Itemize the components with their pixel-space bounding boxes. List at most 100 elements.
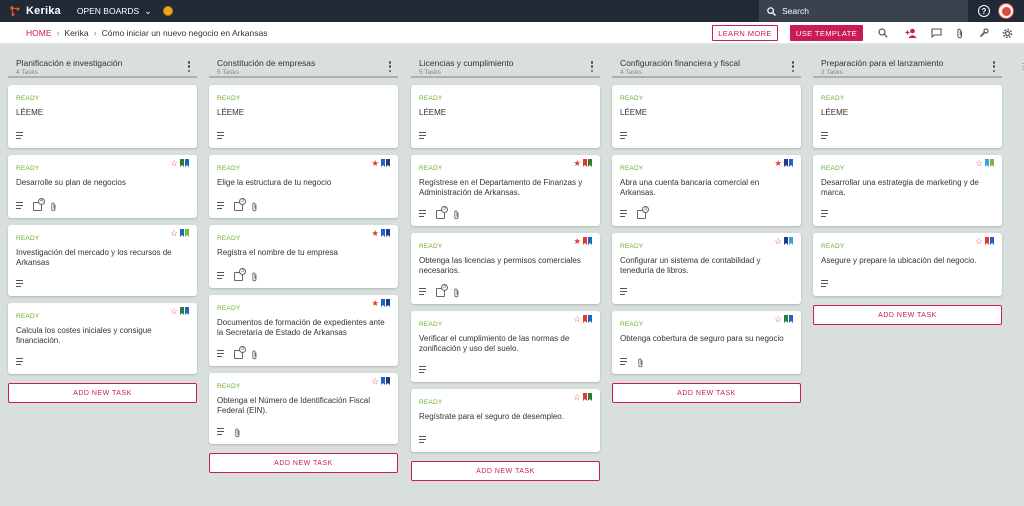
column-title[interactable]: Licencias y cumplimiento [419,58,600,69]
org-avatar[interactable] [162,6,173,16]
column-task-count: 4 Tasks [16,69,38,76]
star-outline-icon[interactable]: ☆ [170,159,178,168]
task-title: Desarrolle su plan de negocios [16,178,126,187]
column-menu-icon[interactable] [992,61,996,72]
star-outline-icon[interactable]: ☆ [774,315,782,324]
breadcrumb-board: Cómo iniciar un nuevo negocio en Arkansa… [101,27,268,38]
board-column: Planificación e investigación 4 Tasks READ… [8,55,197,403]
column-title[interactable]: Configuración financiera y fiscal [620,58,801,69]
task-card[interactable]: READY Elige la estructura de tu negocio ★ 3 [209,155,398,218]
star-filled-icon[interactable]: ★ [573,159,581,168]
attachment-icon [453,288,462,298]
task-markers: ★ [371,229,390,237]
task-card[interactable]: READY LÉEME [411,85,600,148]
task-card[interactable]: READY Investigación del mercado y los rec… [8,225,197,296]
help-icon[interactable]: ? [978,5,990,17]
task-card[interactable]: READY Regístrese en el Departamento de Fi… [411,155,600,226]
star-outline-icon[interactable]: ☆ [170,307,178,316]
bookmark-icon [380,159,385,167]
learn-more-button[interactable]: LEARN MORE [712,25,778,41]
add-new-task-button[interactable]: ADD NEW TASK [813,305,1002,325]
checklist-count: 3 [441,206,448,213]
bookmark-icon [386,229,390,237]
search-input[interactable]: Search [759,0,968,22]
task-card[interactable]: READY LÉEME [612,85,801,148]
task-status: READY [821,95,845,102]
star-outline-icon[interactable]: ☆ [573,315,581,324]
description-icon [620,288,629,297]
task-title: LÉEME [821,108,849,117]
add-new-task-button[interactable]: ADD NEW TASK [209,453,398,473]
task-status: READY [620,95,644,102]
add-new-task-button[interactable]: ADD NEW TASK [8,383,197,403]
task-card[interactable]: READY Asegure y prepare la ubicación del … [813,233,1002,296]
star-outline-icon[interactable]: ☆ [975,237,983,246]
breadcrumb-home[interactable]: HOME [26,28,52,38]
task-markers: ☆ [170,159,189,167]
add-person-icon[interactable] [905,27,917,39]
task-card[interactable]: READY Calcula los costes iniciales y cons… [8,303,197,374]
task-card[interactable]: READY Desarrolle su plan de negocios ☆ 4 [8,155,197,218]
attachment-icon[interactable] [954,27,966,39]
star-outline-icon[interactable]: ☆ [573,393,581,402]
task-status: READY [217,235,241,242]
kerika-logo[interactable]: Kerika [9,5,61,17]
task-card[interactable]: READY Regístrate para el seguro de desemp… [411,389,600,452]
description-icon [217,132,226,141]
task-title: LÉEME [620,108,648,117]
description-icon [821,280,830,289]
wrench-icon[interactable] [978,27,990,39]
task-card[interactable]: READY LÉEME [8,85,197,148]
task-card[interactable]: READY Verificar el cumplimiento de las no… [411,311,600,382]
task-card[interactable]: READY Obtenga cobertura de seguro para su… [612,311,801,374]
task-card-icons: 3 [217,346,260,360]
description-icon [419,366,428,375]
task-card[interactable]: READY Abra una cuenta bancaria comercial … [612,155,801,226]
description-icon [16,202,25,211]
column-menu-icon[interactable] [388,61,392,72]
task-card-icons [16,132,25,141]
bookmark-icon [179,159,184,167]
breadcrumb-org[interactable]: Kerika [65,28,89,38]
star-outline-icon[interactable]: ☆ [975,159,983,168]
board-search-icon[interactable] [877,27,889,39]
board-column: Configuración financiera y fiscal 4 Tasks… [612,55,801,403]
bookmark-icon [582,393,587,401]
task-card[interactable]: READY Obtenga el Número de Identificación… [209,373,398,444]
star-filled-icon[interactable]: ★ [371,159,379,168]
column-menu-icon[interactable] [791,61,795,72]
task-card[interactable]: READY Obtenga las licencias y permisos co… [411,233,600,304]
task-card[interactable]: READY Desarrollar una estrategia de marke… [813,155,1002,226]
user-avatar[interactable] [998,3,1014,19]
board-column: Preparación para el lanzamiento 3 Tasks RE… [813,55,1002,325]
task-card[interactable]: READY Documentos de formación de expedien… [209,295,398,366]
star-outline-icon[interactable]: ☆ [371,377,379,386]
bookmark-icon [984,237,989,245]
add-new-task-button[interactable]: ADD NEW TASK [411,461,600,481]
task-card[interactable]: READY Configurar un sistema de contabilid… [612,233,801,304]
bookmark-icon [789,159,793,167]
task-card[interactable]: READY LÉEME [209,85,398,148]
use-template-button[interactable]: USE TEMPLATE [790,25,863,41]
checklist-count: 3 [239,198,246,205]
column-title[interactable]: Planificación e investigación [16,58,197,69]
star-filled-icon[interactable]: ★ [774,159,782,168]
column-menu-icon[interactable] [187,61,191,72]
star-outline-icon[interactable]: ☆ [170,229,178,238]
settings-icon[interactable] [1001,27,1013,39]
task-card[interactable]: READY LÉEME [813,85,1002,148]
column-header: Licencias y cumplimiento 5 Tasks [411,58,600,78]
column-title[interactable]: Preparación para el lanzamiento [821,58,1002,69]
column-title[interactable]: Constitución de empresas [217,58,398,69]
open-boards-menu[interactable]: OPEN BOARDS ⌄ [77,6,152,17]
checklist-icon: 3 [234,198,246,211]
star-filled-icon[interactable]: ★ [573,237,581,246]
star-filled-icon[interactable]: ★ [371,229,379,238]
star-filled-icon[interactable]: ★ [371,299,379,308]
add-new-task-button[interactable]: ADD NEW TASK [612,383,801,403]
task-status: READY [217,305,241,312]
star-outline-icon[interactable]: ☆ [774,237,782,246]
column-menu-icon[interactable] [590,61,594,72]
chat-icon[interactable] [930,27,942,39]
task-card[interactable]: READY Registra el nombre de tu empresa ★ 3 [209,225,398,288]
